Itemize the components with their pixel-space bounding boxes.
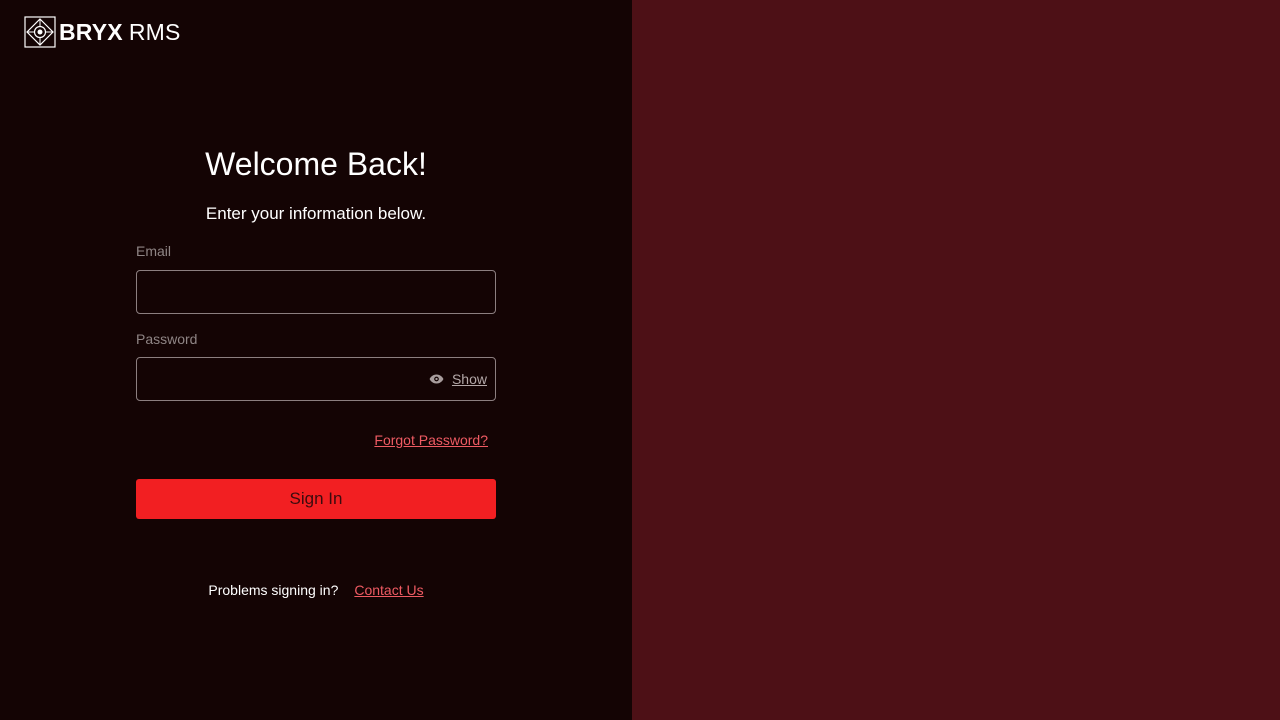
page-subtitle: Enter your information below. bbox=[205, 204, 427, 223]
bryx-logo-icon bbox=[24, 16, 56, 48]
contact-us-link[interactable]: Contact Us bbox=[354, 580, 423, 600]
email-field[interactable] bbox=[137, 271, 495, 313]
brand-name: BRYX RMS bbox=[59, 16, 181, 48]
brand-logo: BRYX RMS bbox=[24, 16, 181, 48]
forgot-password-link[interactable]: Forgot Password? bbox=[374, 430, 488, 450]
email-label: Email bbox=[136, 243, 172, 259]
login-form: Welcome Back! Enter your information bel… bbox=[136, 140, 496, 598]
eye-icon bbox=[429, 374, 444, 384]
help-row: Problems signing in? Contact Us bbox=[136, 580, 496, 600]
sign-in-button[interactable]: Sign In bbox=[136, 479, 496, 519]
show-password-label: Show bbox=[451, 371, 487, 387]
brand-name-bold: BRYX bbox=[59, 19, 123, 45]
show-password-toggle[interactable]: Show bbox=[429, 358, 487, 400]
help-text: Problems signing in? bbox=[208, 582, 339, 598]
page-title: Welcome Back! bbox=[205, 146, 427, 182]
login-panel: BRYX RMS Welcome Back! Enter your informa… bbox=[0, 0, 632, 720]
hero-panel bbox=[632, 0, 1280, 720]
password-field-container: Show bbox=[136, 357, 496, 401]
login-page: BRYX RMS Welcome Back! Enter your informa… bbox=[0, 0, 1280, 720]
password-label: Password bbox=[136, 331, 198, 347]
email-field-container bbox=[136, 270, 496, 314]
brand-name-light: RMS bbox=[128, 19, 181, 45]
